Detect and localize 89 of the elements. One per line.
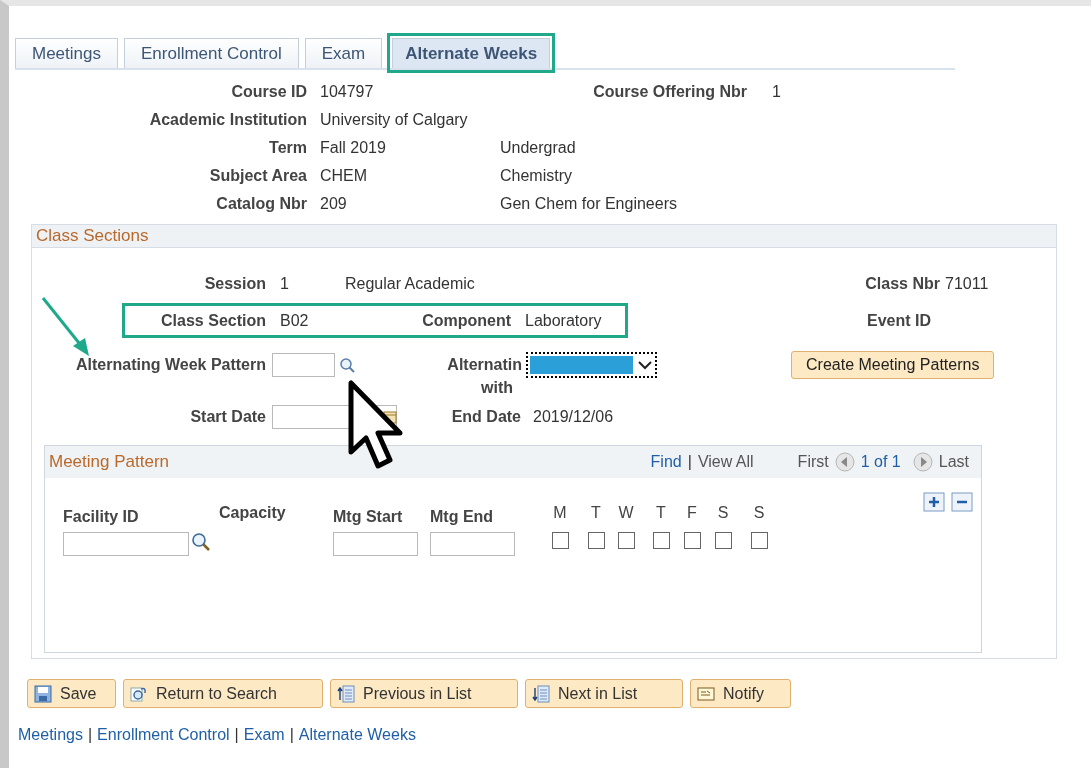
toolbar-button[interactable]: Save	[27, 679, 116, 708]
field-value: University of Calgary	[320, 111, 469, 129]
view-all-link[interactable]: View All	[697, 453, 754, 471]
field-value: Chemistry	[500, 167, 572, 185]
facility-id-field[interactable]	[63, 532, 189, 556]
day-label: S	[753, 504, 765, 522]
tab[interactable]: Enrollment Control	[124, 38, 299, 68]
note-icon	[697, 684, 715, 703]
mtg-end-field[interactable]	[430, 532, 515, 556]
field-value: Regular Academic	[345, 275, 476, 293]
toolbar-button[interactable]: Next in List	[525, 679, 683, 708]
field-label: with	[481, 379, 513, 397]
separator: |	[87, 726, 93, 744]
page-link[interactable]: Enrollment Control	[97, 726, 230, 744]
field-label: Term	[268, 139, 307, 157]
field-label: Class Nbr	[864, 275, 940, 293]
day-label: S	[717, 504, 729, 522]
day-label: T	[591, 504, 601, 522]
field-value: 104797	[320, 83, 375, 101]
field-value: 2019/12/06	[533, 408, 614, 426]
next-icon[interactable]	[912, 452, 933, 472]
column-label: Facility ID	[63, 508, 140, 526]
separator: |	[289, 726, 294, 744]
column-label: Mtg Start	[333, 508, 404, 526]
checkbox[interactable]	[551, 532, 569, 549]
page-link[interactable]: Alternate Weeks	[298, 726, 416, 744]
field-label: Academic Institution	[148, 111, 307, 129]
delete-row-icon[interactable]	[951, 492, 973, 512]
field-label: Catalog Nbr	[215, 195, 307, 213]
page-link[interactable]: Meetings	[18, 726, 83, 744]
create-meeting-patterns-button[interactable]: Create Meeting Patterns	[791, 351, 995, 379]
column-label: Capacity	[219, 504, 286, 522]
chevron-down-icon	[637, 359, 653, 371]
field-value: Undergrad	[500, 139, 576, 157]
field-value: Fall 2019	[320, 139, 387, 157]
checkbox[interactable]	[750, 532, 768, 549]
toolbar-button[interactable]: Return to Search	[123, 679, 323, 708]
separator: |	[234, 726, 239, 744]
checkbox[interactable]	[714, 532, 732, 549]
field-label: Course ID	[230, 83, 307, 101]
day-label: M	[553, 504, 567, 522]
checkbox[interactable]	[652, 532, 670, 549]
separator: |	[687, 453, 692, 471]
field-label: Event ID	[866, 311, 931, 330]
panel-title: Meeting Pattern	[49, 452, 169, 472]
page-link[interactable]: Exam	[243, 726, 285, 744]
toolbar-button[interactable]: Previous in List	[330, 679, 518, 708]
last-link[interactable]: Last	[938, 453, 969, 471]
day-label: F	[687, 504, 697, 522]
previous-icon[interactable]	[834, 452, 855, 472]
pattern-field[interactable]	[272, 353, 335, 377]
field-value: 71011	[945, 275, 989, 293]
search-document-icon	[130, 684, 148, 703]
page-count: 1 of 1	[860, 453, 901, 471]
field-value: Gen Chem for Engineers	[500, 195, 677, 213]
checkbox[interactable]	[617, 532, 635, 549]
toolbar-button[interactable]: Notify	[690, 679, 791, 708]
search-icon[interactable]	[191, 532, 211, 552]
list-arrow-icon	[532, 684, 550, 703]
checkbox[interactable]	[683, 532, 701, 549]
list-arrow-icon	[337, 684, 355, 703]
field-value: B02	[280, 311, 309, 329]
field-value: Laboratory	[525, 311, 602, 330]
field-label: Alternating Week Pattern	[75, 356, 266, 374]
panel-title: Class Sections	[36, 226, 149, 246]
find-link[interactable]: Find	[650, 453, 682, 471]
field-label: Course Offering Nbr	[592, 83, 747, 101]
alternating-dropdown[interactable]	[526, 352, 657, 378]
first-link[interactable]: First	[797, 453, 829, 471]
tab[interactable]: Meetings	[15, 38, 118, 68]
field-value: 209	[320, 195, 348, 213]
mtg-start-field[interactable]	[333, 532, 418, 556]
field-label: Alternatin	[447, 356, 522, 374]
field-label: End Date	[450, 408, 521, 426]
add-row-icon[interactable]	[923, 492, 945, 512]
field-label: Subject Area	[208, 167, 307, 185]
day-label: W	[618, 504, 634, 522]
field-value: 1	[280, 275, 290, 293]
field-label: Start Date	[189, 408, 266, 426]
field-label: Class Section	[160, 311, 266, 330]
tab[interactable]: Exam	[304, 38, 383, 68]
column-label: Mtg End	[430, 508, 495, 526]
day-label: T	[656, 504, 666, 522]
field-label: Component	[421, 311, 511, 330]
field-value: 1	[772, 83, 781, 101]
field-label: Session	[203, 275, 266, 293]
checkbox[interactable]	[587, 532, 605, 549]
search-icon[interactable]	[339, 357, 355, 373]
field-value: CHEM	[320, 167, 369, 185]
